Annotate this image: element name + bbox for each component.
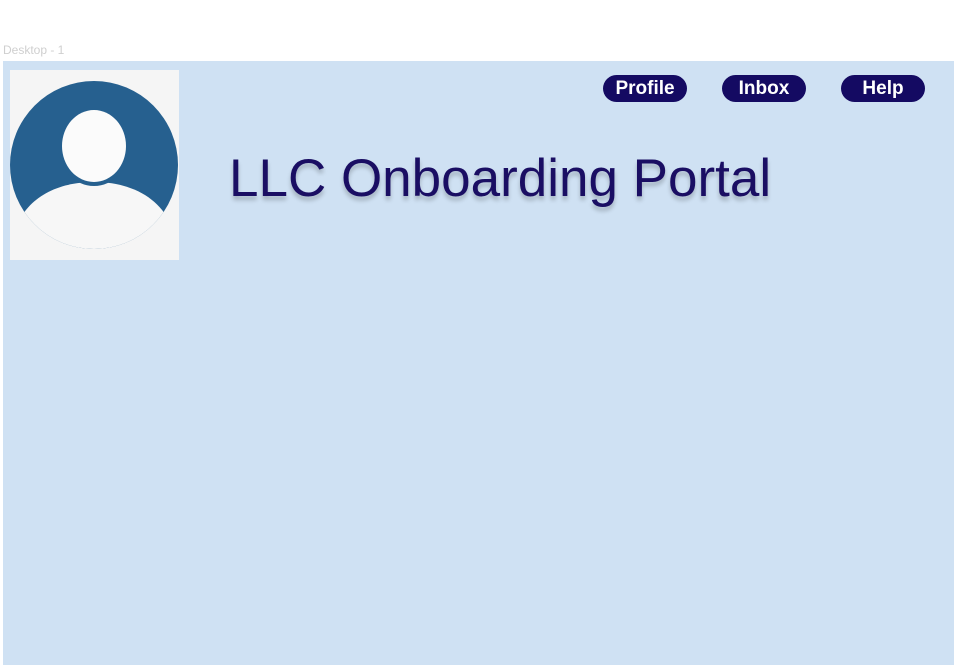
frame-label: Desktop - 1	[3, 43, 65, 57]
help-button[interactable]: Help	[841, 75, 925, 102]
inbox-button[interactable]: Inbox	[722, 75, 806, 102]
desktop-frame: Profile Inbox Help LLC Onboarding Portal	[3, 61, 954, 665]
top-nav: Profile Inbox Help	[3, 75, 954, 102]
page-title: LLC Onboarding Portal	[229, 149, 772, 208]
profile-button[interactable]: Profile	[603, 75, 687, 102]
